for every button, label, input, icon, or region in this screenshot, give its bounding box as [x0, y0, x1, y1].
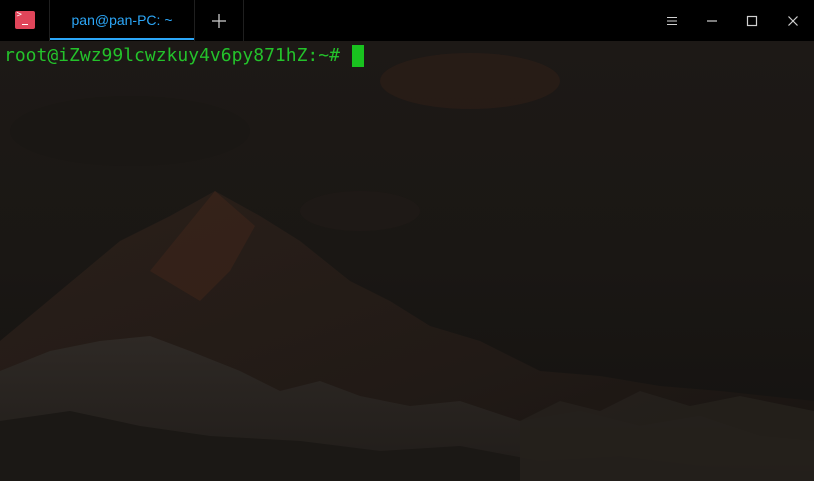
tab-label: pan@pan-PC: ~	[71, 11, 173, 28]
terminal-window: > pan@pan-PC: ~ root@iZwz99lcwzkuy4v6py8…	[0, 0, 814, 481]
active-tab-indicator	[50, 38, 194, 40]
new-tab-button[interactable]	[195, 0, 244, 41]
maximize-icon	[746, 15, 758, 26]
underscore-glyph-icon	[21, 23, 28, 25]
minimize-button[interactable]	[692, 0, 732, 41]
terminal-icon: >	[14, 9, 35, 29]
maximize-button[interactable]	[732, 0, 772, 41]
titlebar: > pan@pan-PC: ~	[0, 0, 814, 41]
tab-active[interactable]: pan@pan-PC: ~	[50, 0, 195, 41]
hamburger-menu-icon	[667, 16, 677, 25]
prompt-glyph-icon: >	[16, 9, 22, 20]
shell-prompt: root@iZwz99lcwzkuy4v6py871hZ:~#	[4, 45, 340, 66]
text-cursor	[351, 45, 364, 67]
minimize-icon	[707, 19, 717, 22]
plus-icon	[212, 13, 226, 28]
menu-button[interactable]	[652, 0, 692, 41]
close-button[interactable]	[772, 0, 814, 41]
prompt-line: root@iZwz99lcwzkuy4v6py871hZ:~#	[4, 45, 810, 67]
terminal-output-area[interactable]: root@iZwz99lcwzkuy4v6py871hZ:~#	[0, 41, 814, 481]
app-menu-button[interactable]: >	[0, 0, 50, 41]
titlebar-drag-area[interactable]	[244, 0, 652, 41]
close-icon	[788, 15, 798, 26]
